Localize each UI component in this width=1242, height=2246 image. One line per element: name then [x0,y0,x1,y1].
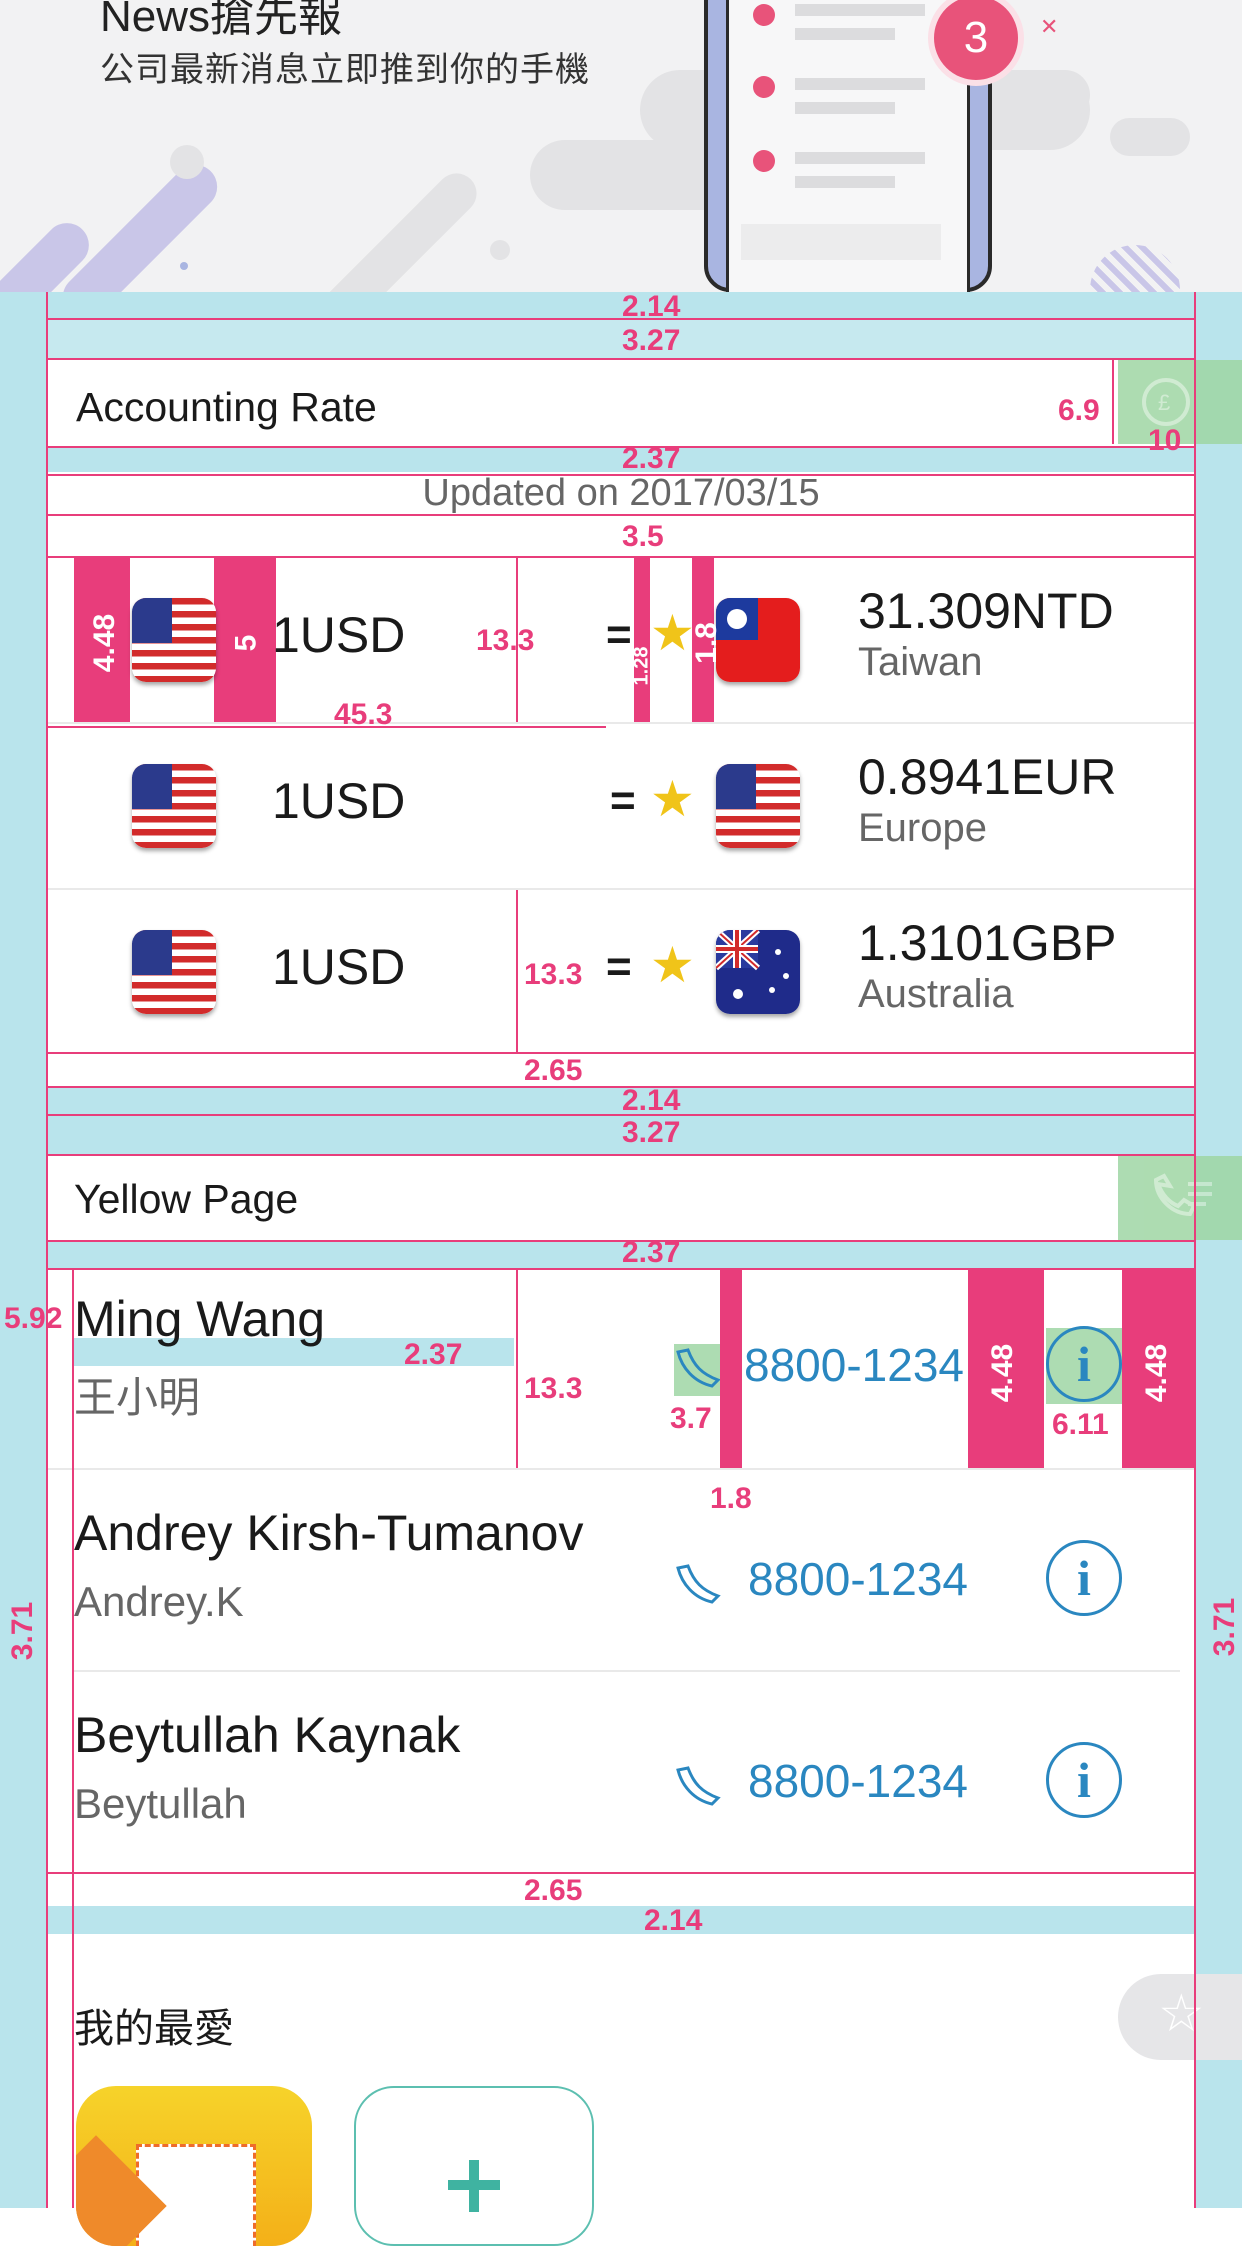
phone-icon[interactable] [676,1760,726,1810]
measurement-label: 2.37 [404,1338,463,1371]
converted-rate: 0.8941EUR [858,749,1117,805]
equals-sign: = [610,776,636,825]
accounting-title: Accounting Rate [76,384,377,430]
measurement-label: 5 [229,634,263,652]
measurement-label: 3.27 [622,1116,681,1149]
star-icon[interactable]: ★ [650,608,695,658]
yellow-page-title: Yellow Page [74,1176,299,1222]
star-icon[interactable]: ★ [650,774,695,824]
measurement-label: 1.28 [630,646,653,686]
contacts-icon[interactable] [1118,1156,1242,1240]
measurement-label: 2.37 [622,442,681,475]
info-icon[interactable]: i [1046,1742,1122,1818]
favorite-app-tile[interactable] [76,2086,312,2246]
australia-flag-icon [716,930,800,1014]
contact-name: Ming Wang [74,1291,326,1347]
accounting-header: Accounting Rate [74,364,1196,446]
contact-row[interactable]: Beytullah Kaynak Beytullah 8800-1234 i [46,1672,1196,1872]
measurement-label: 6.9 [1058,394,1100,427]
us-flag-icon [716,764,800,848]
measurement-label: 2.65 [524,1054,583,1087]
converted-rate: 31.309NTD [858,583,1114,639]
sparkle-icon: ✕ [1040,14,1059,39]
info-icon[interactable]: i [1046,1326,1122,1402]
equals-sign: = [606,942,632,991]
rate-row[interactable]: 1USD = ★ 1.3101GBP Australia [46,890,1196,1052]
info-icon[interactable]: i [1046,1540,1122,1616]
measurement-label: 3.71 [6,1601,40,1661]
measurement-label: 2.65 [524,1874,583,1907]
measurement-label: 1.8 [689,622,723,664]
contact-name: Andrey Kirsh-Tumanov [74,1505,584,1561]
equals-sign: = [606,610,632,659]
converted-rate: 1.3101GBP [858,915,1117,971]
star-icon[interactable]: ★ [650,940,695,990]
measurement-label: 2.37 [622,1236,681,1269]
measurement-label: 13.3 [524,1372,583,1405]
contact-alias: 王小明 [74,1374,201,1421]
measurement-label: 4.48 [1140,1343,1174,1403]
left-gutter-guide [0,292,46,2208]
rate-row[interactable]: 1USD = ★ 0.8941EUR Europe [46,724,1196,888]
star-outline-icon: ☆ [1158,1985,1205,2043]
contact-phone[interactable]: 8800-1234 [744,1338,964,1392]
measurement-label: 4.48 [88,613,122,673]
hero-title: News搶先報 [100,0,343,41]
hero-banner: News搶先報 公司最新消息立即推到你的手機 3 ✕ [0,0,1242,292]
region-label: Australia [858,972,1014,1016]
measurement-label: 3.7 [670,1402,712,1435]
measurement-label: 13.3 [524,958,583,991]
phone-icon[interactable] [676,1558,726,1608]
contact-row[interactable]: Ming Wang 王小明 8800-1234 i [46,1268,1196,1468]
source-amount: 1USD [272,607,406,663]
svg-text:£: £ [1158,390,1170,415]
measurement-label: 4.48 [986,1343,1020,1403]
measurement-label: 2.14 [644,1904,703,1937]
us-flag-icon [132,930,216,1014]
contact-row[interactable]: Andrey Kirsh-Tumanov Andrey.K 8800-1234 … [46,1470,1196,1670]
measurement-label: 3.5 [622,520,664,553]
taiwan-flag-icon [716,598,800,682]
hero-subtitle: 公司最新消息立即推到你的手機 [100,51,590,89]
contact-phone[interactable]: 8800-1234 [748,1754,968,1808]
source-amount: 1USD [272,773,406,829]
measurement-label: 2.14 [622,1084,681,1117]
source-amount: 1USD [272,939,406,995]
contact-alias: Andrey.K [74,1578,244,1625]
region-label: Taiwan [858,640,983,684]
contact-name: Beytullah Kaynak [74,1707,461,1763]
updated-date: Updated on 2017/03/15 [422,472,820,514]
measurement-label: 10 [1148,424,1182,457]
card-gap-guide [46,1086,1196,1116]
measurement-label: 3.71 [1208,1597,1242,1657]
measurement-label: 45.3 [334,698,393,731]
rate-row[interactable]: 1USD = ★ 31.309NTD Taiwan [46,556,1196,722]
contact-alias: Beytullah [74,1780,247,1827]
measurement-label: 1.8 [710,1482,752,1515]
right-gutter-guide [1196,292,1242,2208]
measurement-label: 6.11 [1052,1408,1109,1441]
add-favorite-button[interactable] [354,2086,594,2246]
us-flag-icon [132,598,216,682]
contact-phone[interactable]: 8800-1234 [748,1552,968,1606]
favorites-title: 我的最愛 [74,2007,234,2051]
measurement-label: 3.27 [622,324,681,357]
region-label: Europe [858,806,987,850]
measurement-label: 5.92 [4,1302,63,1335]
measurement-label: 2.14 [622,290,681,323]
us-flag-icon [132,764,216,848]
measurement-label: 13.3 [476,624,535,657]
phone-icon[interactable] [676,1342,726,1392]
favorite-star-button[interactable]: ☆ [1118,1974,1242,2060]
